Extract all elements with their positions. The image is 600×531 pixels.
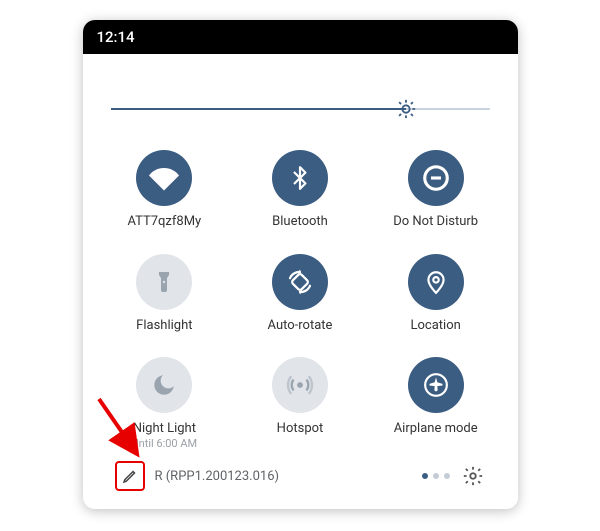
tile-night-light[interactable]: Night Light Until 6:00 AM bbox=[107, 357, 223, 451]
tile-location[interactable]: Location bbox=[378, 254, 494, 334]
tile-label: Location bbox=[411, 318, 461, 334]
airplane-icon bbox=[408, 357, 464, 413]
location-icon bbox=[408, 254, 464, 310]
slider-fill bbox=[111, 108, 407, 110]
brightness-thumb-icon[interactable] bbox=[395, 98, 417, 120]
status-bar: 12:14 bbox=[83, 20, 518, 54]
tile-hotspot[interactable]: Hotspot bbox=[242, 357, 358, 451]
hotspot-icon bbox=[272, 357, 328, 413]
settings-button[interactable] bbox=[460, 463, 486, 489]
page-dot bbox=[444, 473, 450, 479]
tile-label: Do Not Disturb bbox=[393, 214, 478, 230]
tile-label: Airplane mode bbox=[394, 421, 478, 437]
gear-icon bbox=[462, 465, 484, 487]
tile-label: Night Light bbox=[133, 421, 196, 437]
page-indicator[interactable] bbox=[422, 473, 450, 479]
tile-airplane[interactable]: Airplane mode bbox=[378, 357, 494, 451]
tile-bluetooth[interactable]: Bluetooth bbox=[242, 150, 358, 230]
clock-time: 12:14 bbox=[97, 28, 135, 46]
brightness-slider[interactable] bbox=[111, 94, 490, 124]
page-dot bbox=[422, 473, 428, 479]
tile-label: ATT7qzf8My bbox=[127, 214, 201, 230]
moon-icon bbox=[136, 357, 192, 413]
tile-flashlight[interactable]: Flashlight bbox=[107, 254, 223, 334]
edit-tiles-button[interactable] bbox=[115, 461, 145, 491]
tiles-grid: ATT7qzf8My Bluetooth Do Not Disturb bbox=[101, 150, 500, 451]
tile-sublabel: Until 6:00 AM bbox=[132, 437, 198, 451]
dnd-icon bbox=[408, 150, 464, 206]
tile-wifi[interactable]: ATT7qzf8My bbox=[107, 150, 223, 230]
quick-settings-panel: ATT7qzf8My Bluetooth Do Not Disturb bbox=[83, 58, 518, 509]
tile-label: Bluetooth bbox=[272, 214, 328, 230]
bluetooth-icon bbox=[272, 150, 328, 206]
tile-auto-rotate[interactable]: Auto-rotate bbox=[242, 254, 358, 334]
rotate-icon bbox=[272, 254, 328, 310]
build-label: R (RPP1.200123.016) bbox=[155, 469, 382, 484]
pencil-icon bbox=[121, 467, 139, 485]
page-dot bbox=[433, 473, 439, 479]
flashlight-icon bbox=[136, 254, 192, 310]
tile-label: Auto-rotate bbox=[268, 318, 333, 334]
phone-frame: 12:14 bbox=[83, 20, 518, 509]
wifi-icon bbox=[136, 150, 192, 206]
tile-label: Flashlight bbox=[136, 318, 192, 334]
panel-footer: R (RPP1.200123.016) bbox=[101, 451, 500, 501]
tile-dnd[interactable]: Do Not Disturb bbox=[378, 150, 494, 230]
tile-label: Hotspot bbox=[277, 421, 324, 437]
